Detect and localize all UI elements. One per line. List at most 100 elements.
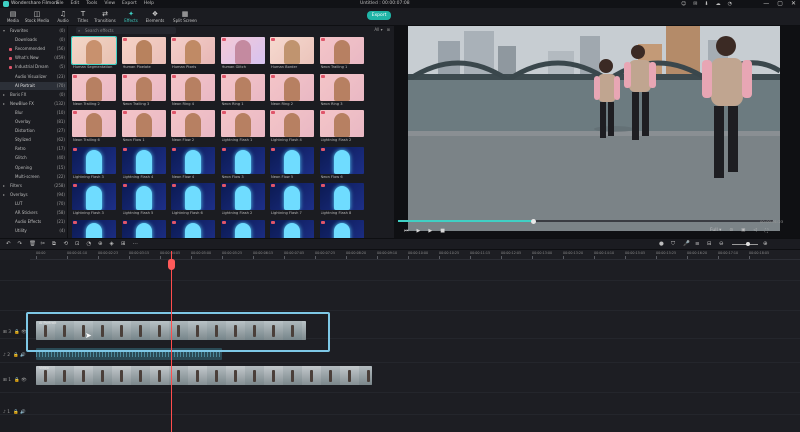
effect-thumbnail[interactable]: Lightning Flash 3 (72, 183, 116, 218)
category-item[interactable]: Audio Visualizer (23) (0, 73, 67, 82)
category-item[interactable]: Recommended (56) (0, 45, 67, 54)
effect-thumbnail[interactable]: Flashing Outline 3 (270, 219, 314, 238)
category-item[interactable]: Audio Effects (21) (0, 218, 67, 227)
category-item[interactable]: Glitch (40) (0, 154, 67, 163)
effect-thumbnail[interactable]: Neon Trailing 6 (72, 110, 116, 145)
list-icon[interactable]: ≡ (695, 241, 700, 247)
more-icon[interactable]: ⋯ (133, 241, 139, 247)
track-controls-icon[interactable]: 🔒 👁 (14, 378, 27, 383)
menu-tools[interactable]: Tools (86, 1, 97, 6)
category-item[interactable]: AI Portrait (70) (0, 81, 67, 91)
effect-thumbnail[interactable]: Neon Ring 5 (121, 219, 166, 238)
play-icon[interactable]: ▶ (428, 228, 432, 234)
effect-thumbnail[interactable]: Human Segmentation (71, 36, 117, 72)
effect-thumbnail[interactable]: Lightning Flash 2 (319, 110, 364, 145)
render-icon[interactable]: ⊙ (729, 228, 733, 234)
effect-thumbnail[interactable]: Neon Ring 1 (220, 73, 265, 109)
expand-arrow-icon[interactable]: ▸ (3, 91, 5, 100)
save-icon[interactable]: ⬇ (704, 1, 708, 7)
category-item[interactable]: Stylized (62) (0, 136, 67, 145)
toolbar-media[interactable]: ▤ Media (0, 10, 26, 23)
effect-thumbnail[interactable]: Neon Ring 2 (270, 73, 314, 109)
track-header[interactable]: ⊞ 3 🔒 👁 (3, 330, 27, 335)
cloud-icon[interactable]: ☁ (716, 1, 721, 7)
track-controls-icon[interactable]: 🔒 🔊 (13, 353, 26, 358)
timeline-ruler[interactable]: 00:00 00:00:01:10 00:00:02:23 00:00:03:15 00… (30, 250, 800, 260)
notification-icon[interactable]: ✉ (693, 1, 697, 7)
effect-thumbnail[interactable]: Lightning Flash 4 (270, 110, 314, 145)
menu-export[interactable]: Export (122, 1, 137, 6)
effect-thumbnail[interactable]: Lightning Flash 8 (319, 183, 364, 218)
effect-thumbnail[interactable]: Neon Ring 6 (171, 219, 215, 238)
effect-thumbnail[interactable]: Lightning Flash 7 (270, 183, 314, 218)
export-button[interactable]: Export (367, 11, 391, 20)
zoom-slider-handle[interactable] (746, 242, 750, 246)
effect-thumbnail[interactable]: Lightning Flash 3 (72, 146, 116, 182)
category-item[interactable]: ▸ Boris FX (0) (0, 91, 67, 100)
category-item[interactable]: ▸ Filters (258) (0, 182, 67, 191)
category-item[interactable]: Blur (10) (0, 109, 67, 118)
category-item[interactable]: What's New (459) (0, 54, 67, 63)
effect-thumbnail[interactable]: Lightning Flash 5 (121, 183, 166, 218)
close-button[interactable]: ✕ (791, 0, 796, 7)
category-item[interactable]: Overlay (81) (0, 118, 67, 127)
scrubber-handle[interactable] (530, 218, 536, 224)
menu-help[interactable]: Help (144, 1, 154, 6)
effect-thumbnail[interactable]: Neon Ring 4 (171, 73, 215, 109)
zoom-in-icon[interactable]: ⊕ (763, 241, 768, 247)
fit-icon[interactable]: ⊟ (707, 241, 712, 247)
search-effects-input[interactable]: ⌕ Search effects (76, 27, 176, 34)
effect-thumbnail[interactable]: Human Border (270, 37, 314, 72)
preview-scrubber[interactable] (398, 218, 773, 224)
split-icon[interactable]: ⊞ (121, 241, 126, 247)
camera-icon[interactable]: ▣ (741, 228, 745, 234)
toolbar-elements[interactable]: ❖ Elements (142, 10, 168, 23)
expand-arrow-icon[interactable]: ▸ (3, 182, 5, 191)
track-controls-icon[interactable]: 🔒 👁 (14, 330, 27, 335)
preview-video[interactable] (408, 26, 780, 231)
category-item[interactable]: ▸ Overlays (94) (0, 191, 67, 200)
category-item[interactable]: AR Stickers (58) (0, 209, 67, 218)
stop-icon[interactable]: ■ (440, 228, 445, 234)
minimize-button[interactable]: — (763, 0, 769, 7)
zoom-icon[interactable]: ⊕ (98, 241, 103, 247)
category-item[interactable]: Opening (15) (0, 164, 67, 173)
effect-thumbnail[interactable]: Neon Trailing 1 (319, 37, 364, 72)
effect-thumbnail[interactable]: Neon Flow 6 (319, 146, 364, 182)
account-icon[interactable]: ☺ (681, 1, 686, 7)
playhead-handle[interactable] (168, 259, 175, 270)
snapshot-icon[interactable]: ⊡ (75, 241, 80, 247)
timeline-zoom-slider[interactable] (732, 242, 758, 246)
effect-thumbnail[interactable]: Neon Flow 5 (270, 146, 314, 182)
category-item[interactable]: Utility (4) (0, 227, 67, 236)
video-clip[interactable]: Video (36, 366, 372, 385)
zoom-out-icon[interactable]: ⊖ (719, 241, 724, 247)
effect-thumbnail[interactable]: Human Pixelate (121, 37, 166, 72)
effect-thumbnail[interactable]: Lightning Flash 6 (171, 183, 215, 218)
feedback-icon[interactable]: ◔ (728, 1, 732, 7)
menu-edit[interactable]: Edit (71, 1, 80, 6)
maximize-button[interactable]: ▢ (777, 0, 783, 7)
toolbar-transitions[interactable]: ⇄ Transitions (92, 10, 118, 23)
rotate-icon[interactable]: ⟲ (64, 241, 69, 247)
category-item[interactable]: Retro (17) (0, 145, 67, 154)
effect-thumbnail[interactable]: Lightning Flash 4 (121, 146, 166, 182)
grid-view-icon[interactable]: ⊞ (387, 27, 390, 32)
effect-thumbnail[interactable]: Neon Trailing 3 (121, 73, 166, 109)
category-item[interactable]: LUT (70) (0, 200, 67, 209)
effect-thumbnail[interactable]: Neon Ring 3 (319, 73, 364, 109)
expand-arrow-icon[interactable]: ▾ (3, 27, 5, 36)
color-icon[interactable]: ◈ (110, 241, 114, 247)
play-backward-icon[interactable]: ▶ (417, 228, 421, 234)
effect-thumbnail[interactable]: Flashing Outline 6 (220, 219, 265, 238)
effect-thumbnail[interactable]: Lightning Flash 1 (220, 110, 265, 145)
fullscreen-icon[interactable]: ⛶ (765, 228, 768, 234)
previous-frame-icon[interactable]: ⏮ (404, 228, 409, 234)
menu-file[interactable]: File (56, 1, 64, 6)
category-item[interactable]: Distortion (27) (0, 127, 67, 136)
record-icon[interactable]: ● (659, 241, 664, 247)
effect-thumbnail[interactable]: Psychedelic Trailing (72, 219, 116, 238)
toolbar-stock-media[interactable]: ◫ Stock Media (24, 10, 50, 23)
category-item[interactable]: Downloads (0) (0, 36, 67, 45)
redo-icon[interactable]: ↷ (18, 241, 23, 247)
